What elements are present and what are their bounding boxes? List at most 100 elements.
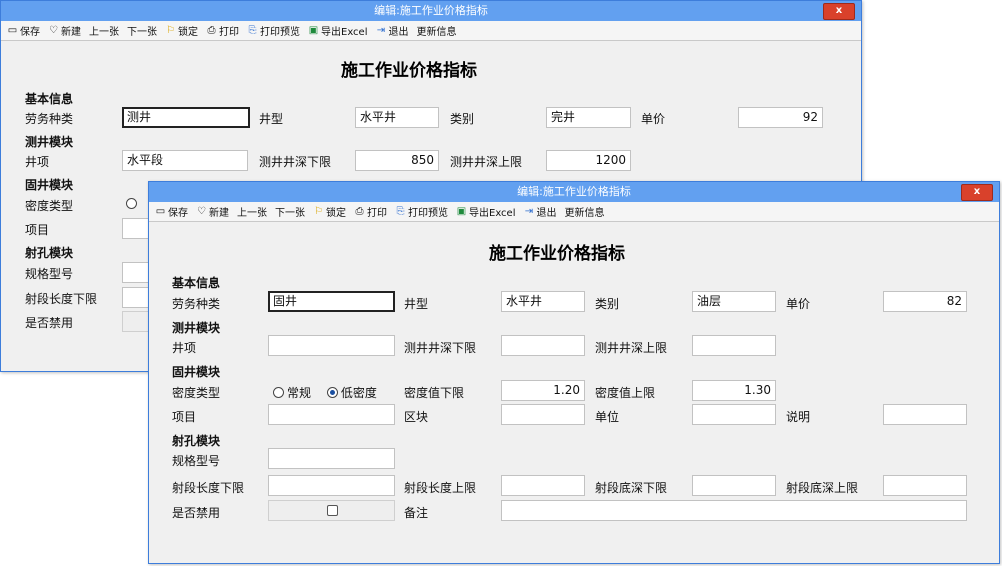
front-window: 编辑:施工作业价格指标 x ▭ 保存 ♡ 新建 上一张 下一张 ⚐ 锁定 ⎙ 打印 ⎘ 打… xyxy=(148,181,1000,564)
label-well-type: 井型 xyxy=(404,297,429,311)
export-excel-button[interactable]: ▣ 导出Excel xyxy=(308,23,368,38)
new-button[interactable]: ♡ 新建 xyxy=(196,204,229,219)
label-depth-high: 测井井深上限 xyxy=(450,155,523,169)
remark-field[interactable] xyxy=(501,500,967,521)
depth-low-field[interactable]: 850 xyxy=(355,150,439,171)
lock-button[interactable]: ⚐ 锁定 xyxy=(313,204,346,219)
section-measure: 测井模块 xyxy=(172,321,221,335)
unit-price-field[interactable]: 92 xyxy=(738,107,823,128)
print-preview-button[interactable]: ⎘ 打印预览 xyxy=(395,204,449,219)
density-type-radio[interactable] xyxy=(126,197,140,211)
seg-bottom-low-field[interactable] xyxy=(692,475,776,496)
exit-button[interactable]: ⇥ 退出 xyxy=(376,23,409,38)
close-button[interactable]: x xyxy=(823,3,855,20)
radio-normal[interactable] xyxy=(126,198,137,209)
label-labor-type: 劳务种类 xyxy=(25,112,74,126)
label-unit-price: 单价 xyxy=(786,297,811,311)
unit-price-field[interactable]: 82 xyxy=(883,291,967,312)
label-density-low: 密度值下限 xyxy=(404,386,465,400)
label-remark: 备注 xyxy=(404,506,429,520)
label-seg-len-low: 射段长度下限 xyxy=(172,481,245,495)
well-type-field[interactable]: 水平井 xyxy=(501,291,585,312)
density-high-field[interactable]: 1.30 xyxy=(692,380,776,401)
prev-button[interactable]: 上一张 xyxy=(89,23,119,38)
exit-icon: ⇥ xyxy=(524,206,534,217)
disabled-checkbox[interactable] xyxy=(327,505,338,516)
radio-low-density-circle[interactable] xyxy=(326,387,338,398)
label-category: 类别 xyxy=(595,297,620,311)
print-button[interactable]: ⎙ 打印 xyxy=(354,204,388,219)
label-note: 说明 xyxy=(786,410,811,424)
depth-high-field[interactable] xyxy=(692,335,776,356)
save-button[interactable]: ▭ 保存 xyxy=(155,204,188,219)
well-item-field[interactable]: 水平段 xyxy=(122,150,248,171)
new-icon: ♡ xyxy=(197,206,206,217)
seg-bottom-high-field[interactable] xyxy=(883,475,967,496)
note-field[interactable] xyxy=(883,404,967,425)
item-field[interactable] xyxy=(268,404,395,425)
radio-normal[interactable]: 常规 xyxy=(273,386,311,400)
lock-icon: ⚐ xyxy=(166,25,175,36)
spec-field[interactable] xyxy=(268,448,395,469)
unit-field[interactable] xyxy=(692,404,776,425)
lock-button[interactable]: ⚐ 锁定 xyxy=(165,23,198,38)
well-type-field[interactable]: 水平井 xyxy=(355,107,439,128)
label-disabled: 是否禁用 xyxy=(25,316,74,330)
label-seg-len-high: 射段长度上限 xyxy=(404,481,477,495)
label-depth-low: 测井井深下限 xyxy=(404,341,477,355)
print-button[interactable]: ⎙ 打印 xyxy=(206,23,240,38)
new-button[interactable]: ♡ 新建 xyxy=(48,23,81,38)
label-disabled: 是否禁用 xyxy=(172,506,221,520)
label-spec: 规格型号 xyxy=(172,454,221,468)
next-button[interactable]: 下一张 xyxy=(275,204,305,219)
next-button[interactable]: 下一张 xyxy=(127,23,157,38)
update-info-button[interactable]: 更新信息 xyxy=(565,204,605,219)
depth-low-field[interactable] xyxy=(501,335,585,356)
label-unit: 单位 xyxy=(595,410,620,424)
well-item-field[interactable] xyxy=(268,335,395,356)
label-well-type: 井型 xyxy=(259,112,284,126)
toolbar: ▭ 保存 ♡ 新建 上一张 下一张 ⚐ 锁定 ⎙ 打印 ⎘ 打印预览 ▣ 导出Excel ⇥… xyxy=(149,202,999,222)
new-icon: ♡ xyxy=(49,25,58,36)
radio-low-density[interactable]: 低密度 xyxy=(326,386,377,400)
disabled-field xyxy=(268,500,395,521)
category-field[interactable]: 油层 xyxy=(692,291,776,312)
label-well-item: 井项 xyxy=(25,155,50,169)
block-field[interactable] xyxy=(501,404,585,425)
toolbar: ▭ 保存 ♡ 新建 上一张 下一张 ⚐ 锁定 ⎙ 打印 ⎘ 打印预览 ▣ 导出Excel ⇥… xyxy=(1,21,861,41)
density-low-field[interactable]: 1.20 xyxy=(501,380,585,401)
section-fix: 固井模块 xyxy=(172,365,221,379)
export-excel-button[interactable]: ▣ 导出Excel xyxy=(456,204,516,219)
label-density-type: 密度类型 xyxy=(25,199,74,213)
close-button[interactable]: x xyxy=(961,184,993,201)
save-icon: ▭ xyxy=(7,25,18,36)
print-icon: ⎙ xyxy=(355,206,364,217)
prev-button[interactable]: 上一张 xyxy=(237,204,267,219)
save-button[interactable]: ▭ 保存 xyxy=(7,23,40,38)
save-icon: ▭ xyxy=(155,206,166,217)
seg-len-low-field[interactable] xyxy=(268,475,395,496)
radio-normal-circle[interactable] xyxy=(273,387,284,398)
labor-type-field[interactable]: 固井 xyxy=(268,291,395,312)
section-perf: 射孔模块 xyxy=(172,434,221,448)
label-seg-bottom-high: 射段底深上限 xyxy=(786,481,859,495)
print-preview-button[interactable]: ⎘ 打印预览 xyxy=(247,23,301,38)
window-title: 编辑:施工作业价格指标 xyxy=(517,185,631,198)
labor-type-field[interactable]: 测井 xyxy=(122,107,250,128)
label-seg-bottom-low: 射段底深下限 xyxy=(595,481,668,495)
label-depth-high: 测井井深上限 xyxy=(595,341,668,355)
window-title: 编辑:施工作业价格指标 xyxy=(374,4,488,17)
form-title: 施工作业价格指标 xyxy=(489,244,625,264)
exit-icon: ⇥ xyxy=(376,25,386,36)
label-seg-len-low: 射段长度下限 xyxy=(25,292,98,306)
label-item: 项目 xyxy=(172,410,197,424)
lock-icon: ⚐ xyxy=(314,206,323,217)
label-depth-low: 测井井深下限 xyxy=(259,155,332,169)
category-field[interactable]: 完井 xyxy=(546,107,631,128)
seg-len-high-field[interactable] xyxy=(501,475,585,496)
section-measure: 测井模块 xyxy=(25,135,74,149)
exit-button[interactable]: ⇥ 退出 xyxy=(524,204,557,219)
update-info-button[interactable]: 更新信息 xyxy=(417,23,457,38)
label-category: 类别 xyxy=(450,112,475,126)
depth-high-field[interactable]: 1200 xyxy=(546,150,631,171)
